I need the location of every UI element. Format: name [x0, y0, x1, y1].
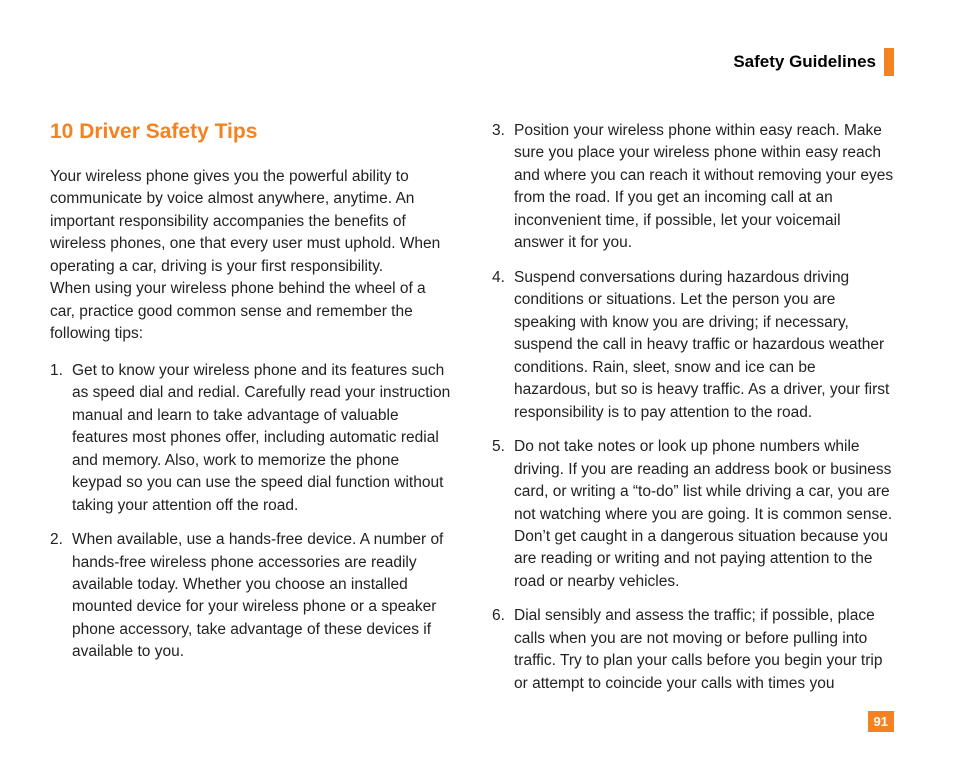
tips-list-part2: Position your wireless phone within easy… — [492, 120, 894, 695]
tip-item: Dial sensibly and assess the traffic; if… — [492, 605, 894, 695]
tip-item: Position your wireless phone within easy… — [492, 120, 894, 255]
tip-item: Suspend conversations during hazardous d… — [492, 267, 894, 424]
content-area: 10 Driver Safety Tips Your wireless phon… — [50, 120, 894, 707]
intro-paragraph: Your wireless phone gives you the powerf… — [50, 166, 452, 346]
left-column: 10 Driver Safety Tips Your wireless phon… — [50, 120, 452, 707]
tip-item: Do not take notes or look up phone numbe… — [492, 436, 894, 593]
tips-list-part1: Get to know your wireless phone and its … — [50, 360, 452, 664]
tip-item: When available, use a hands-free device.… — [50, 529, 452, 664]
header-title: Safety Guidelines — [733, 52, 876, 72]
tip-item: Get to know your wireless phone and its … — [50, 360, 452, 517]
right-column: Position your wireless phone within easy… — [492, 120, 894, 707]
section-title: 10 Driver Safety Tips — [50, 120, 452, 144]
header-accent-bar — [884, 48, 894, 76]
page-header: Safety Guidelines — [733, 48, 894, 76]
page-number: 91 — [868, 711, 894, 732]
